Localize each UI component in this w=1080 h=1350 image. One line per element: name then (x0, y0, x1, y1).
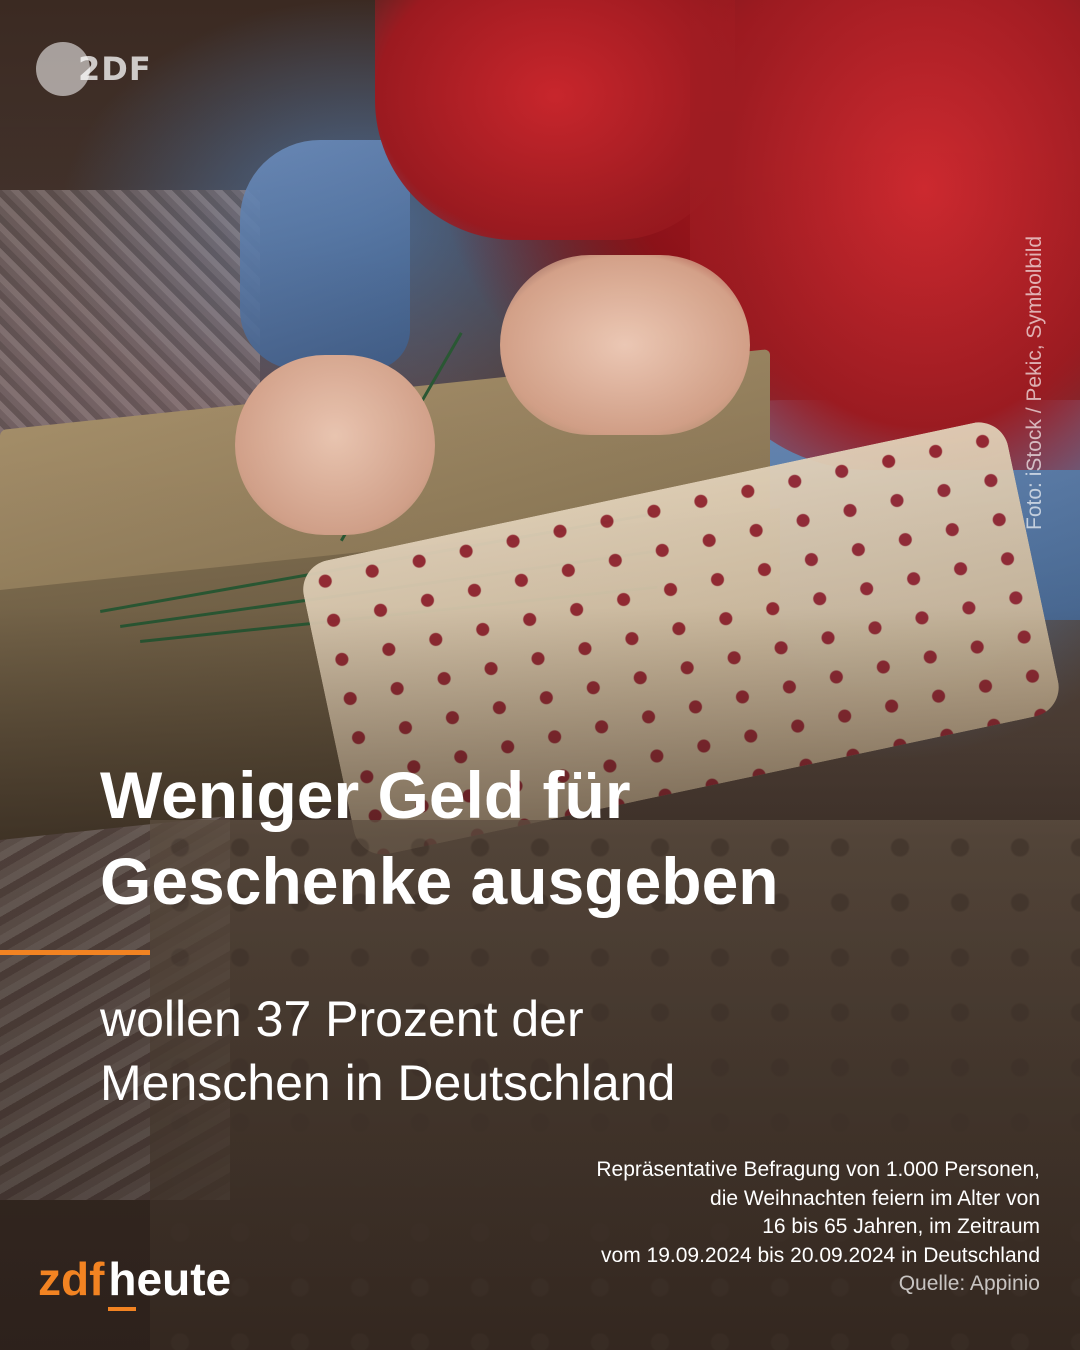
source-label: Quelle: Appinio (898, 1272, 1040, 1295)
headline-line-2: Geschenke ausgeben (100, 844, 779, 918)
brand-underline (108, 1307, 137, 1311)
zdf-logo-text: 2DF (78, 50, 152, 88)
zdf-logo-watermark: 2DF (36, 40, 151, 96)
brand-heute-text: heute (108, 1253, 232, 1305)
footnote-line: die Weihnachten feiern im Alter von (710, 1186, 1040, 1210)
subheadline: wollen 37 Prozent der Menschen in Deutsc… (100, 987, 1020, 1115)
background-photo (0, 0, 1080, 1350)
footnote-line: Repräsentative Befragung von 1.000 Perso… (596, 1158, 1040, 1181)
headline-line-1: Weniger Geld für (100, 758, 631, 832)
headline: Weniger Geld für Geschenke ausgeben (100, 752, 1020, 924)
zdfheute-logo: zdfheute (38, 1252, 231, 1312)
photo-credit: Foto: iStock / Pekic, Symbolbild (1023, 235, 1046, 530)
survey-footnote: Repräsentative Befragung von 1.000 Perso… (400, 1156, 1040, 1299)
accent-divider (0, 950, 150, 955)
dark-overlay (0, 0, 1080, 1350)
footnote-line: 16 bis 65 Jahren, im Zeitraum (762, 1215, 1040, 1238)
brand-zdf: zdf (38, 1253, 105, 1305)
brand-heute: heute (108, 1253, 232, 1311)
subheadline-line-1: wollen 37 Prozent der (100, 991, 584, 1047)
footnote-line: vom 19.09.2024 bis 20.09.2024 in Deutsch… (601, 1243, 1040, 1267)
subheadline-line-2: Menschen in Deutschland (100, 1055, 676, 1111)
